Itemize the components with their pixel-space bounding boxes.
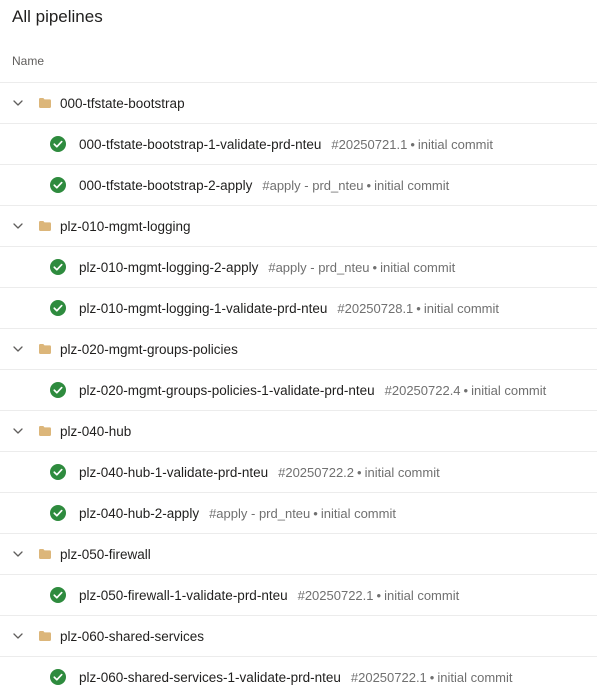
success-check-icon bbox=[50, 505, 66, 521]
last-run-info: #apply - prd_nteu • initial commit bbox=[262, 178, 449, 193]
success-check-icon bbox=[50, 300, 66, 316]
separator-dot: • bbox=[366, 177, 372, 193]
chevron-down-icon[interactable] bbox=[12, 220, 24, 232]
folder-icon bbox=[39, 98, 51, 108]
folder-row[interactable]: plz-040-hub bbox=[0, 410, 597, 451]
separator-dot: • bbox=[410, 136, 415, 152]
separator-dot: • bbox=[429, 669, 435, 685]
separator-dot: • bbox=[376, 587, 382, 603]
pipeline-row[interactable]: plz-060-shared-services-1-validate-prd-n… bbox=[0, 656, 597, 697]
last-run-info: #20250728.1 • initial commit bbox=[337, 301, 499, 316]
folder-row[interactable]: plz-020-mgmt-groups-policies bbox=[0, 328, 597, 369]
last-run-info: #20250722.1 • initial commit bbox=[298, 588, 460, 603]
success-check-icon bbox=[50, 669, 66, 685]
folder-name[interactable]: plz-050-firewall bbox=[60, 547, 151, 562]
folder-row[interactable]: plz-010-mgmt-logging bbox=[0, 205, 597, 246]
column-header-name[interactable]: Name bbox=[12, 54, 44, 68]
folder-name[interactable]: plz-020-mgmt-groups-policies bbox=[60, 342, 238, 357]
run-number: #apply - prd_nteu bbox=[209, 505, 311, 521]
pipeline-name-link[interactable]: plz-040-hub-2-apply bbox=[79, 506, 199, 521]
pipeline-tree: 000-tfstate-bootstrap 000-tfstate-bootstr… bbox=[0, 82, 597, 697]
separator-dot: • bbox=[313, 505, 318, 521]
separator-dot: • bbox=[372, 259, 378, 275]
folder-icon bbox=[39, 426, 51, 436]
last-run-info: #apply - prd_nteu • initial commit bbox=[209, 506, 396, 521]
chevron-down-icon[interactable] bbox=[12, 425, 24, 437]
folder-name[interactable]: 000-tfstate-bootstrap bbox=[60, 96, 185, 111]
run-number: #20250722.1 bbox=[297, 587, 374, 603]
chevron-down-icon[interactable] bbox=[12, 97, 24, 109]
run-number: #20250722.4 bbox=[384, 382, 461, 398]
pipeline-row[interactable]: plz-010-mgmt-logging-2-apply #apply - prd… bbox=[0, 246, 597, 287]
run-number: #apply - prd_nteu bbox=[262, 177, 364, 193]
separator-dot: • bbox=[357, 464, 362, 480]
success-check-icon bbox=[50, 177, 66, 193]
page-title: All pipelines bbox=[12, 7, 103, 26]
last-run-info: #20250722.2 • initial commit bbox=[278, 465, 440, 480]
run-number: #20250722.2 bbox=[278, 464, 355, 480]
last-run-info: #20250721.1 • initial commit bbox=[331, 137, 493, 152]
commit-message: initial commit bbox=[364, 464, 440, 480]
folder-row[interactable]: plz-050-firewall bbox=[0, 533, 597, 574]
commit-message: initial commit bbox=[384, 587, 460, 603]
commit-message: initial commit bbox=[380, 259, 456, 275]
commit-message: initial commit bbox=[437, 669, 513, 685]
run-number: #apply - prd_nteu bbox=[268, 259, 370, 275]
folder-row[interactable]: 000-tfstate-bootstrap bbox=[0, 82, 597, 123]
last-run-info: #apply - prd_nteu • initial commit bbox=[268, 260, 455, 275]
separator-dot: • bbox=[416, 300, 421, 316]
success-check-icon bbox=[50, 464, 66, 480]
commit-message: initial commit bbox=[423, 300, 499, 316]
chevron-down-icon[interactable] bbox=[12, 548, 24, 560]
chevron-down-icon[interactable] bbox=[12, 630, 24, 642]
pipeline-name-link[interactable]: plz-010-mgmt-logging-2-apply bbox=[79, 260, 258, 275]
folder-icon bbox=[39, 221, 51, 231]
pipeline-row[interactable]: 000-tfstate-bootstrap-2-apply #apply - pr… bbox=[0, 164, 597, 205]
separator-dot: • bbox=[463, 382, 469, 398]
pipeline-name-link[interactable]: plz-040-hub-1-validate-prd-nteu bbox=[79, 465, 268, 480]
pipeline-row[interactable]: plz-050-firewall-1-validate-prd-nteu #202… bbox=[0, 574, 597, 615]
pipeline-row[interactable]: plz-040-hub-1-validate-prd-nteu #20250722… bbox=[0, 451, 597, 492]
commit-message: initial commit bbox=[471, 382, 547, 398]
folder-name[interactable]: plz-040-hub bbox=[60, 424, 131, 439]
success-check-icon bbox=[50, 587, 66, 603]
folder-row[interactable]: plz-060-shared-services bbox=[0, 615, 597, 656]
commit-message: initial commit bbox=[320, 505, 396, 521]
success-check-icon bbox=[50, 136, 66, 152]
pipeline-row[interactable]: plz-040-hub-2-apply #apply - prd_nteu • ini… bbox=[0, 492, 597, 533]
folder-icon bbox=[39, 631, 51, 641]
success-check-icon bbox=[50, 382, 66, 398]
pipeline-row[interactable]: 000-tfstate-bootstrap-1-validate-prd-nte… bbox=[0, 123, 597, 164]
pipeline-name-link[interactable]: 000-tfstate-bootstrap-1-validate-prd-nte… bbox=[79, 137, 321, 152]
pipeline-row[interactable]: plz-020-mgmt-groups-policies-1-validate-… bbox=[0, 369, 597, 410]
folder-name[interactable]: plz-010-mgmt-logging bbox=[60, 219, 191, 234]
run-number: #20250722.1 bbox=[350, 669, 427, 685]
last-run-info: #20250722.4 • initial commit bbox=[385, 383, 547, 398]
run-number: #20250728.1 bbox=[337, 300, 414, 316]
folder-icon bbox=[39, 344, 51, 354]
commit-message: initial commit bbox=[374, 177, 450, 193]
pipeline-name-link[interactable]: 000-tfstate-bootstrap-2-apply bbox=[79, 178, 252, 193]
success-check-icon bbox=[50, 259, 66, 275]
pipeline-name-link[interactable]: plz-060-shared-services-1-validate-prd-n… bbox=[79, 670, 341, 685]
pipeline-name-link[interactable]: plz-010-mgmt-logging-1-validate-prd-nteu bbox=[79, 301, 327, 316]
pipeline-name-link[interactable]: plz-050-firewall-1-validate-prd-nteu bbox=[79, 588, 288, 603]
pipeline-row[interactable]: plz-010-mgmt-logging-1-validate-prd-nteu… bbox=[0, 287, 597, 328]
last-run-info: #20250722.1 • initial commit bbox=[351, 670, 513, 685]
pipeline-name-link[interactable]: plz-020-mgmt-groups-policies-1-validate-… bbox=[79, 383, 375, 398]
folder-icon bbox=[39, 549, 51, 559]
run-number: #20250721.1 bbox=[331, 136, 408, 152]
folder-name[interactable]: plz-060-shared-services bbox=[60, 629, 204, 644]
commit-message: initial commit bbox=[417, 136, 493, 152]
chevron-down-icon[interactable] bbox=[12, 343, 24, 355]
